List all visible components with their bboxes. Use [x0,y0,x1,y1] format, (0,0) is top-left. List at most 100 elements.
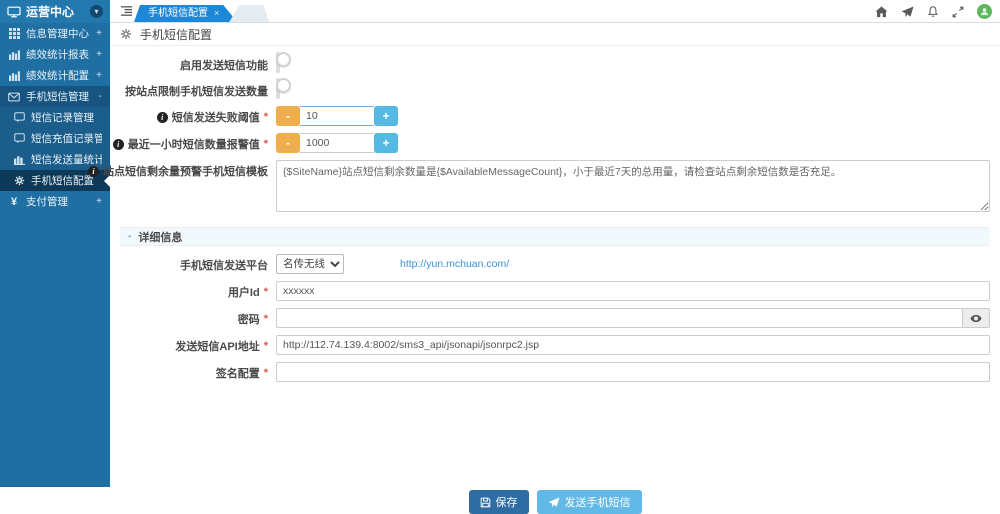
minus-button[interactable]: - [276,133,300,153]
enable-sms-toggle[interactable] [276,52,280,73]
section-detail-info[interactable]: - 详细信息 [120,227,990,246]
collapse-minus-icon: - [99,91,102,102]
tab-bar: 手机短信配置 × [134,0,269,22]
gear-icon [120,28,132,40]
fail-threshold-stepper: - + [276,106,398,126]
plus-button[interactable]: + [374,106,398,126]
hourly-alarm-input[interactable] [300,133,374,153]
hourly-alarm-stepper: - + [276,133,398,153]
topbar-actions [875,0,992,23]
template-textarea[interactable]: {$SiteName}站点短信剩余数量是{$AvailableMessageCo… [276,160,990,212]
form-row-fail-threshold: i 短信发送失败阈值 * - + [120,106,990,126]
avatar[interactable] [977,4,992,19]
sidebar-item-payment[interactable]: ¥ 支付管理 + [0,191,110,212]
field-label: i 站点短信剩余量预警手机短信模板 [120,160,268,179]
page-title: 手机短信配置 [140,26,212,43]
required-star: * [264,138,268,150]
field-label: 手机短信发送平台 [120,254,268,273]
toggle-knob [276,52,291,67]
monitor-icon [7,6,21,18]
gear-icon [13,175,25,186]
section-title: 详细信息 [138,229,182,245]
sidebar-item-label: 短信充值记录管理 [31,131,102,146]
sidebar-item-label: 绩效统计报表 [26,47,90,62]
required-star: * [264,340,268,352]
expand-plus-icon: + [96,49,102,60]
sidebar-item-perf-report[interactable]: 绩效统计报表 + [0,44,110,65]
sidebar-item-label: 短信发送量统计 [31,152,102,167]
form-row-signature: 签名配置 * [120,362,990,382]
form-row-hourly-alarm: i 最近一小时短信数量报警值 * - + [120,133,990,153]
bar-chart-icon [8,70,20,81]
info-circle-icon: i [157,112,168,123]
required-star: * [264,111,268,123]
save-button[interactable]: 保存 [469,490,529,514]
platform-link[interactable]: http://yun.mchuan.com/ [400,254,509,274]
form-row-api-url: 发送短信API地址 * [120,335,990,355]
sidebar-item-sms-recharge[interactable]: 短信充值记录管理 [0,128,110,149]
platform-select[interactable]: 名传无线 [276,254,344,274]
send-label: 发送手机短信 [565,494,631,510]
field-label: 签名配置 * [120,362,268,381]
floppy-icon [480,497,491,508]
minus-button[interactable]: - [276,106,300,126]
info-circle-icon: i [88,166,99,177]
sidebar-item-label: 绩效统计配置 [26,68,90,83]
tab-ghost [229,5,269,22]
field-label: 按站点限制手机短信发送数量 [120,80,268,99]
page-header: 手机短信配置 [110,23,1000,46]
site-limit-toggle[interactable] [276,78,280,99]
field-label: 启用发送短信功能 [120,54,268,73]
bar-chart-icon [13,154,25,165]
sidebar-item-label: 手机短信管理 [26,89,93,104]
outdent-icon[interactable] [120,5,133,17]
user-id-input[interactable] [276,281,990,301]
form-footer: 保存 发送手机短信 [120,490,990,514]
expand-icon[interactable] [952,6,964,18]
sidebar-item-sms-manage[interactable]: 手机短信管理 - [0,86,110,107]
sms-config-form: 启用发送短信功能 按站点限制手机短信发送数量 i 短信发送失败阈值 * - + [110,46,1000,514]
sidebar-item-sms-records[interactable]: 短信记录管理 [0,107,110,128]
field-label: 密码 * [120,308,268,327]
sidebar-collapse-button[interactable]: ▾ [90,5,103,18]
form-row-platform: 手机短信发送平台 名传无线 http://yun.mchuan.com/ [120,254,990,274]
expand-plus-icon: + [96,28,102,39]
sidebar-item-label: 短信记录管理 [31,110,102,125]
eye-icon[interactable] [963,308,990,328]
paper-plane-icon [548,497,560,508]
comment-icon [13,112,25,123]
required-star: * [264,367,268,379]
form-row-user-id: 用户Id * [120,281,990,301]
form-row-site-limit: 按站点限制手机短信发送数量 [120,80,990,99]
sidebar-item-label: 信息管理中心 [26,26,90,41]
field-label: i 最近一小时短信数量报警值 * [120,133,268,152]
form-row-template: i 站点短信剩余量预警手机短信模板 {$SiteName}站点短信剩余数量是{$… [120,160,990,217]
yen-icon: ¥ [8,196,20,208]
fail-threshold-input[interactable] [300,106,374,126]
tab-sms-config[interactable]: 手机短信配置 × [134,5,237,22]
home-icon[interactable] [875,6,888,18]
close-icon[interactable]: × [214,5,219,22]
paper-plane-icon[interactable] [901,6,914,18]
bar-chart-icon [8,49,20,60]
sidebar-item-info-center[interactable]: 信息管理中心 + [0,23,110,44]
field-label: 发送短信API地址 * [120,335,268,354]
main-content: 手机短信配置 × [110,0,1000,487]
sidebar-header: 运营中心 ▾ [0,0,110,23]
form-row-password: 密码 * [120,308,990,328]
app-title: 运营中心 [26,3,74,20]
send-sms-button[interactable]: 发送手机短信 [537,490,642,514]
signature-input[interactable] [276,362,990,382]
password-input[interactable] [276,308,963,328]
form-row-enable-sms: 启用发送短信功能 [120,54,990,73]
api-url-input[interactable] [276,335,990,355]
required-star: * [264,313,268,325]
collapse-minus-icon: - [128,231,131,242]
sidebar-item-perf-config[interactable]: 绩效统计配置 + [0,65,110,86]
bell-icon[interactable] [927,5,939,18]
password-group [276,308,990,328]
expand-plus-icon: + [96,196,102,207]
toggle-knob [276,78,291,93]
sidebar-item-label: 支付管理 [26,194,90,209]
plus-button[interactable]: + [374,133,398,153]
